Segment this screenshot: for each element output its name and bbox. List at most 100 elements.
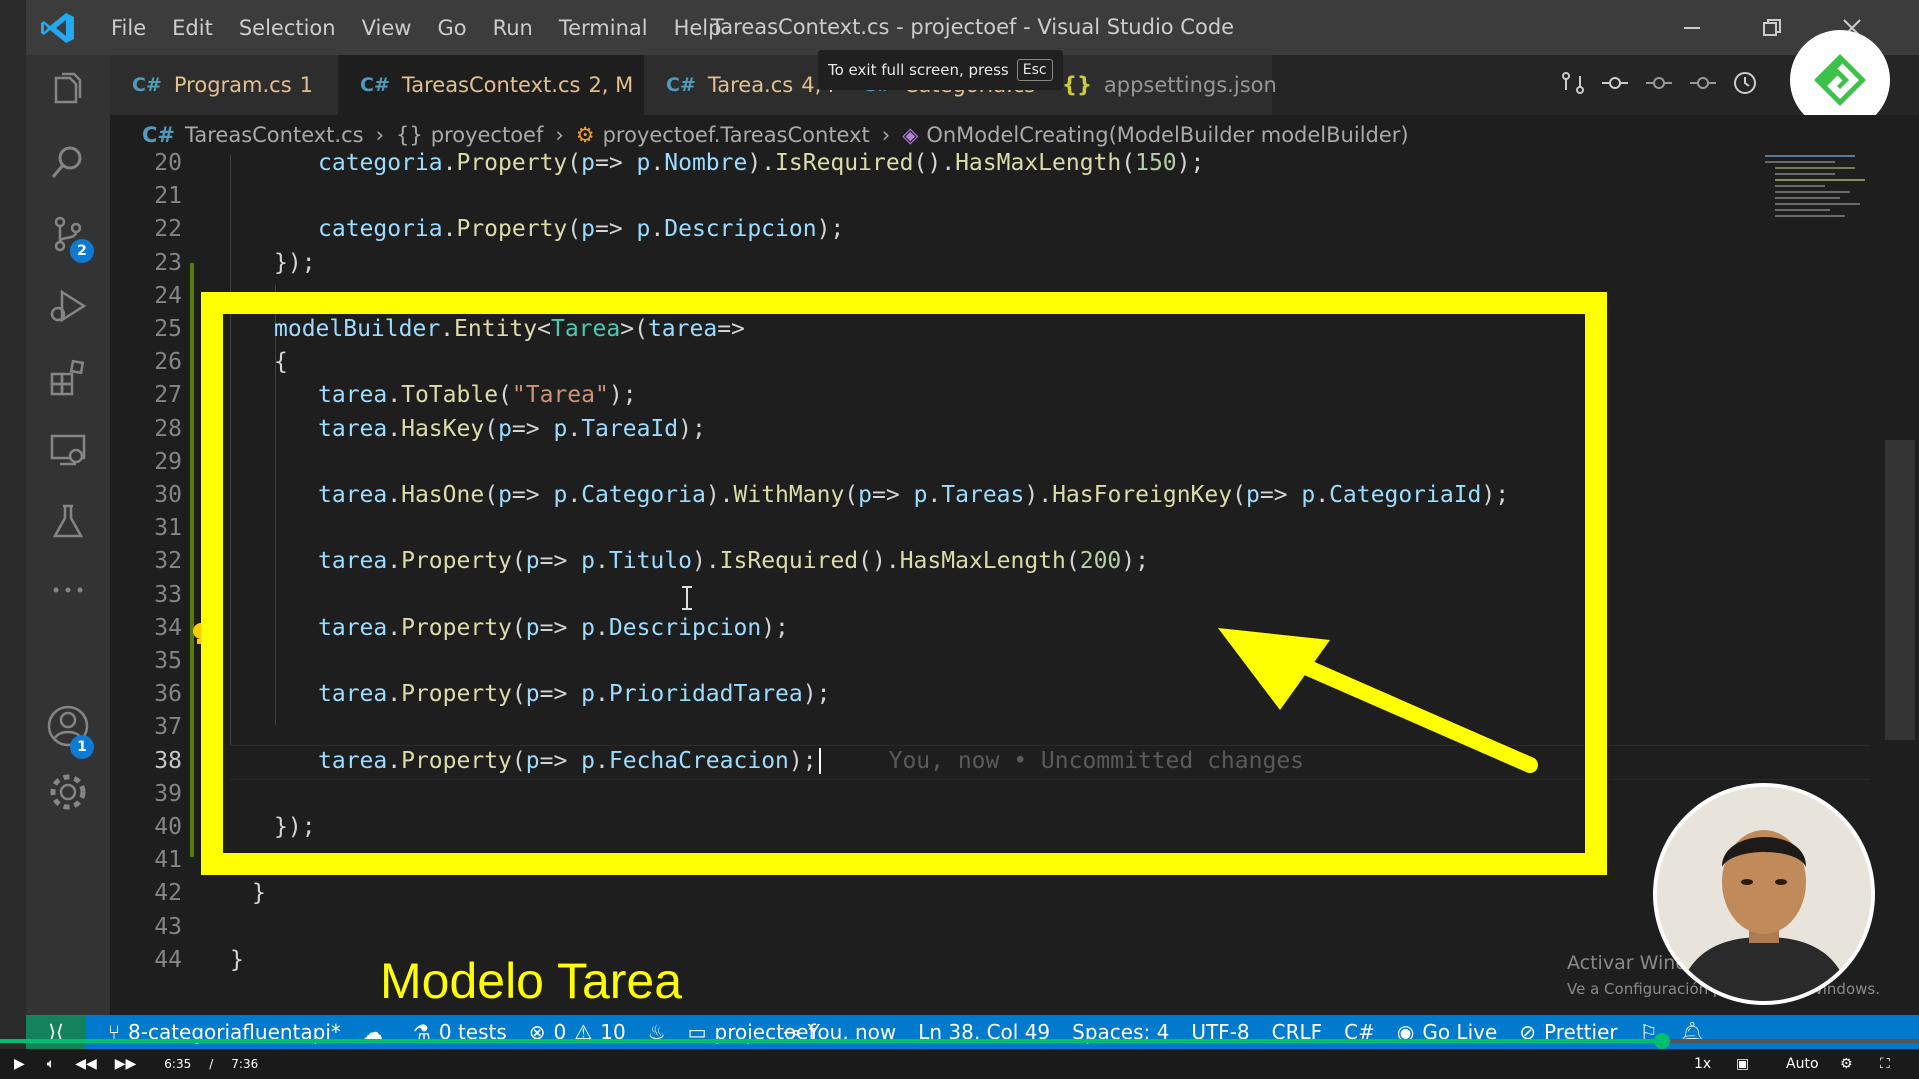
line-number: 32 bbox=[154, 548, 182, 575]
code-line[interactable]: 43 bbox=[110, 911, 1870, 944]
line-number: 25 bbox=[154, 316, 182, 342]
line-number: 36 bbox=[154, 681, 182, 708]
explorer-button[interactable] bbox=[26, 55, 110, 125]
run-debug-button[interactable] bbox=[26, 271, 110, 341]
remote-indicator[interactable]: ⟩⟨ bbox=[26, 1015, 86, 1049]
menu-go[interactable]: Go bbox=[424, 16, 479, 40]
tab-appsettings-json[interactable]: {} appsettings.json bbox=[1040, 55, 1277, 115]
tab-problem-count: 1 bbox=[299, 73, 314, 97]
video-progress-knob[interactable] bbox=[1653, 1033, 1670, 1049]
previous-revision-button[interactable] bbox=[1644, 70, 1674, 100]
player-settings-button[interactable]: ⚙ bbox=[1840, 1056, 1853, 1072]
breadcrumb-class[interactable]: proyectoef.TareasContext bbox=[603, 123, 870, 147]
menu-view[interactable]: View bbox=[349, 16, 425, 40]
show-commit-button[interactable] bbox=[1600, 70, 1630, 100]
next-revision-button[interactable] bbox=[1688, 70, 1718, 100]
code-token: ). bbox=[747, 150, 776, 176]
menu-terminal[interactable]: Terminal bbox=[546, 16, 661, 40]
breadcrumb-namespace[interactable]: proyectoef bbox=[431, 123, 544, 147]
code-line[interactable]: 20 categoria.Property(p=> p.Nombre).IsReq… bbox=[110, 147, 1870, 180]
code-line[interactable]: 23}); bbox=[110, 247, 1870, 280]
line-number: 24 bbox=[154, 282, 182, 309]
settings-button[interactable] bbox=[26, 757, 110, 827]
open-changes-button[interactable] bbox=[1560, 70, 1586, 100]
restore-button[interactable] bbox=[1732, 0, 1812, 55]
line-number: 40 bbox=[154, 814, 182, 840]
line-number: 23 bbox=[154, 249, 182, 276]
title-bar: File Edit Selection View Go Run Terminal… bbox=[26, 0, 1919, 55]
editor-scrollbar[interactable] bbox=[1885, 440, 1915, 740]
menu-selection[interactable]: Selection bbox=[226, 16, 349, 40]
breadcrumb-file[interactable]: TareasContext.cs bbox=[185, 123, 364, 147]
code-token: . bbox=[650, 150, 665, 176]
rewind-icon: ◀◀ bbox=[75, 1056, 97, 1072]
file-history-button[interactable] bbox=[1732, 70, 1758, 100]
menu-edit[interactable]: Edit bbox=[159, 16, 226, 40]
line-number: 26 bbox=[154, 349, 182, 376]
csharp-file-icon: C# bbox=[360, 74, 390, 96]
minimap[interactable] bbox=[1765, 155, 1875, 245]
more-icon bbox=[53, 587, 83, 593]
compare-changes-icon bbox=[1562, 72, 1584, 94]
commit-prev-icon bbox=[1646, 77, 1672, 89]
line-number: 28 bbox=[154, 415, 182, 442]
rewind-button[interactable]: ◀◀ bbox=[75, 1056, 97, 1072]
source-control-button[interactable]: 2 bbox=[26, 199, 110, 269]
more-button[interactable] bbox=[26, 555, 110, 625]
code-token: . bbox=[442, 150, 457, 176]
testing-icon bbox=[52, 504, 84, 538]
code-line[interactable]: 21 bbox=[110, 180, 1870, 213]
code-text: } bbox=[252, 877, 266, 910]
namespace-icon: {} bbox=[395, 123, 423, 147]
forward-button[interactable]: ▶▶ bbox=[115, 1056, 137, 1072]
accounts-button[interactable]: 1 bbox=[26, 691, 110, 761]
fullscreen-icon: ⛶ bbox=[1880, 1056, 1890, 1072]
search-button[interactable] bbox=[26, 127, 110, 197]
picture-in-picture-icon: ▣ bbox=[1736, 1056, 1750, 1072]
code-token: . bbox=[650, 216, 665, 243]
video-progress-bar[interactable] bbox=[0, 1033, 1919, 1049]
arrow-annotation-icon bbox=[1218, 628, 1538, 773]
editor-actions bbox=[1560, 55, 1772, 115]
volume-button[interactable]: 🔈︎ bbox=[47, 1056, 55, 1072]
json-file-icon: {} bbox=[1062, 73, 1092, 97]
volume-icon: 🔈︎ bbox=[46, 1056, 56, 1072]
code-token: Property bbox=[456, 216, 568, 243]
commit-next-icon bbox=[1690, 77, 1716, 89]
code-token: ( bbox=[567, 216, 582, 243]
tab-tareascontext-cs[interactable]: C# TareasContext.cs 2, M ✕ bbox=[338, 55, 667, 115]
remote-explorer-button[interactable] bbox=[26, 415, 110, 485]
extensions-button[interactable] bbox=[26, 343, 110, 413]
webcam-overlay bbox=[1653, 783, 1875, 1005]
fullscreen-button[interactable]: ⛶ bbox=[1880, 1056, 1890, 1072]
menu-help[interactable]: Help bbox=[661, 16, 735, 40]
code-line[interactable]: 42} bbox=[110, 877, 1870, 910]
menu-run[interactable]: Run bbox=[480, 16, 546, 40]
code-token: p bbox=[581, 150, 595, 176]
testing-button[interactable] bbox=[26, 487, 110, 557]
menu-file[interactable]: File bbox=[98, 16, 159, 40]
search-icon bbox=[51, 146, 82, 178]
minimize-button[interactable] bbox=[1652, 0, 1732, 55]
explorer-icon bbox=[54, 72, 82, 104]
csharp-file-icon: C# bbox=[142, 123, 176, 147]
quality-selector[interactable]: Auto bbox=[1786, 1056, 1819, 1072]
code-token: categoria bbox=[318, 150, 443, 176]
line-number: 35 bbox=[154, 648, 182, 674]
tab-label: TareasContext.cs bbox=[401, 73, 581, 97]
breadcrumb-method[interactable]: OnModelCreating(ModelBuilder modelBuilde… bbox=[926, 123, 1408, 147]
code-token: . bbox=[442, 216, 457, 243]
pip-button[interactable]: ▣ bbox=[1736, 1056, 1749, 1072]
playback-speed[interactable]: 1x bbox=[1694, 1056, 1711, 1072]
code-token: }); bbox=[274, 249, 316, 276]
tab-program-cs[interactable]: C# Program.cs 1 bbox=[110, 55, 338, 115]
duration: 7:36 bbox=[231, 1057, 259, 1071]
tab-tarea-cs[interactable]: C# Tarea.cs 4, M bbox=[644, 55, 846, 115]
play-button[interactable]: ▶ bbox=[14, 1056, 25, 1072]
chevron-right-icon: › bbox=[881, 123, 891, 147]
code-line[interactable]: 22 categoria.Property(p=> p.Descripcion); bbox=[110, 213, 1870, 246]
annotation-label: Modelo Tarea bbox=[380, 953, 683, 1009]
tab-problem-count: 2, M bbox=[588, 73, 634, 97]
code-token: } bbox=[230, 946, 244, 973]
activity-bar: 2 1 bbox=[26, 55, 110, 1015]
